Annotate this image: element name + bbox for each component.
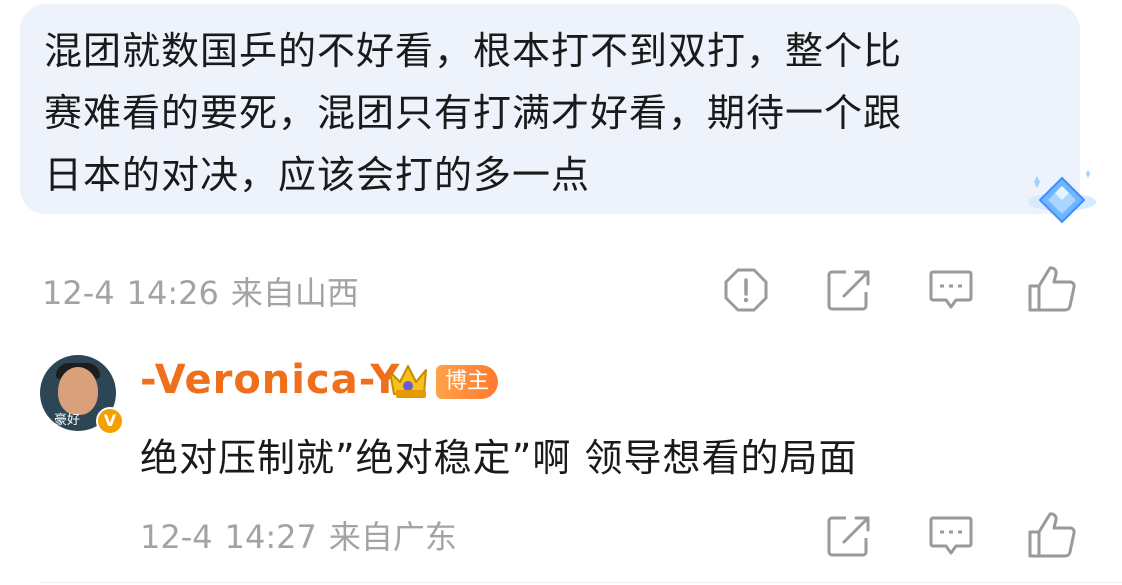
report-icon[interactable] bbox=[722, 266, 770, 314]
divider bbox=[40, 582, 1122, 583]
blogger-badge: 博主 bbox=[436, 365, 498, 399]
reply-time: 14:27 bbox=[224, 518, 317, 556]
post-date: 12-4 bbox=[42, 274, 115, 312]
crown-level-icon bbox=[389, 365, 427, 398]
reply-meta: 12-4 14:27 来自广东 bbox=[140, 512, 469, 558]
post-time: 14:26 bbox=[126, 274, 219, 312]
comment-icon[interactable] bbox=[928, 268, 974, 312]
reply-text: 绝对压制就”绝对稳定”啊 领导想看的局面 bbox=[140, 436, 858, 480]
post-text-line: 赛难看的要死，混团只有打满才好看，期待一个跟 bbox=[44, 91, 903, 135]
sparkle-icon bbox=[1086, 170, 1090, 178]
share-icon[interactable] bbox=[826, 514, 872, 558]
avatar-caption: 豪好 bbox=[54, 413, 81, 428]
comment-icon[interactable] bbox=[928, 514, 974, 558]
sparkle-icon bbox=[1034, 176, 1040, 188]
reply-location: 来自广东 bbox=[328, 518, 457, 556]
post-meta: 12-4 14:26 来自山西 bbox=[42, 268, 371, 314]
diamond-gem-icon bbox=[1028, 170, 1096, 224]
like-icon[interactable] bbox=[1026, 510, 1078, 560]
post-text-line: 日本的对决，应该会打的多一点 bbox=[44, 153, 591, 197]
share-icon[interactable] bbox=[826, 268, 872, 312]
reply-username[interactable]: -Veronica-Y bbox=[140, 357, 400, 403]
post-location: 来自山西 bbox=[230, 274, 359, 312]
reply-date: 12-4 bbox=[140, 518, 213, 556]
post-text: 混团就数国乒的不好看，根本打不到双打，整个比 赛难看的要死，混团只有打满才好看，… bbox=[44, 20, 1044, 206]
post-text-line: 混团就数国乒的不好看，根本打不到双打，整个比 bbox=[44, 29, 903, 73]
like-icon[interactable] bbox=[1026, 264, 1078, 314]
verified-badge-icon: V bbox=[96, 407, 124, 435]
